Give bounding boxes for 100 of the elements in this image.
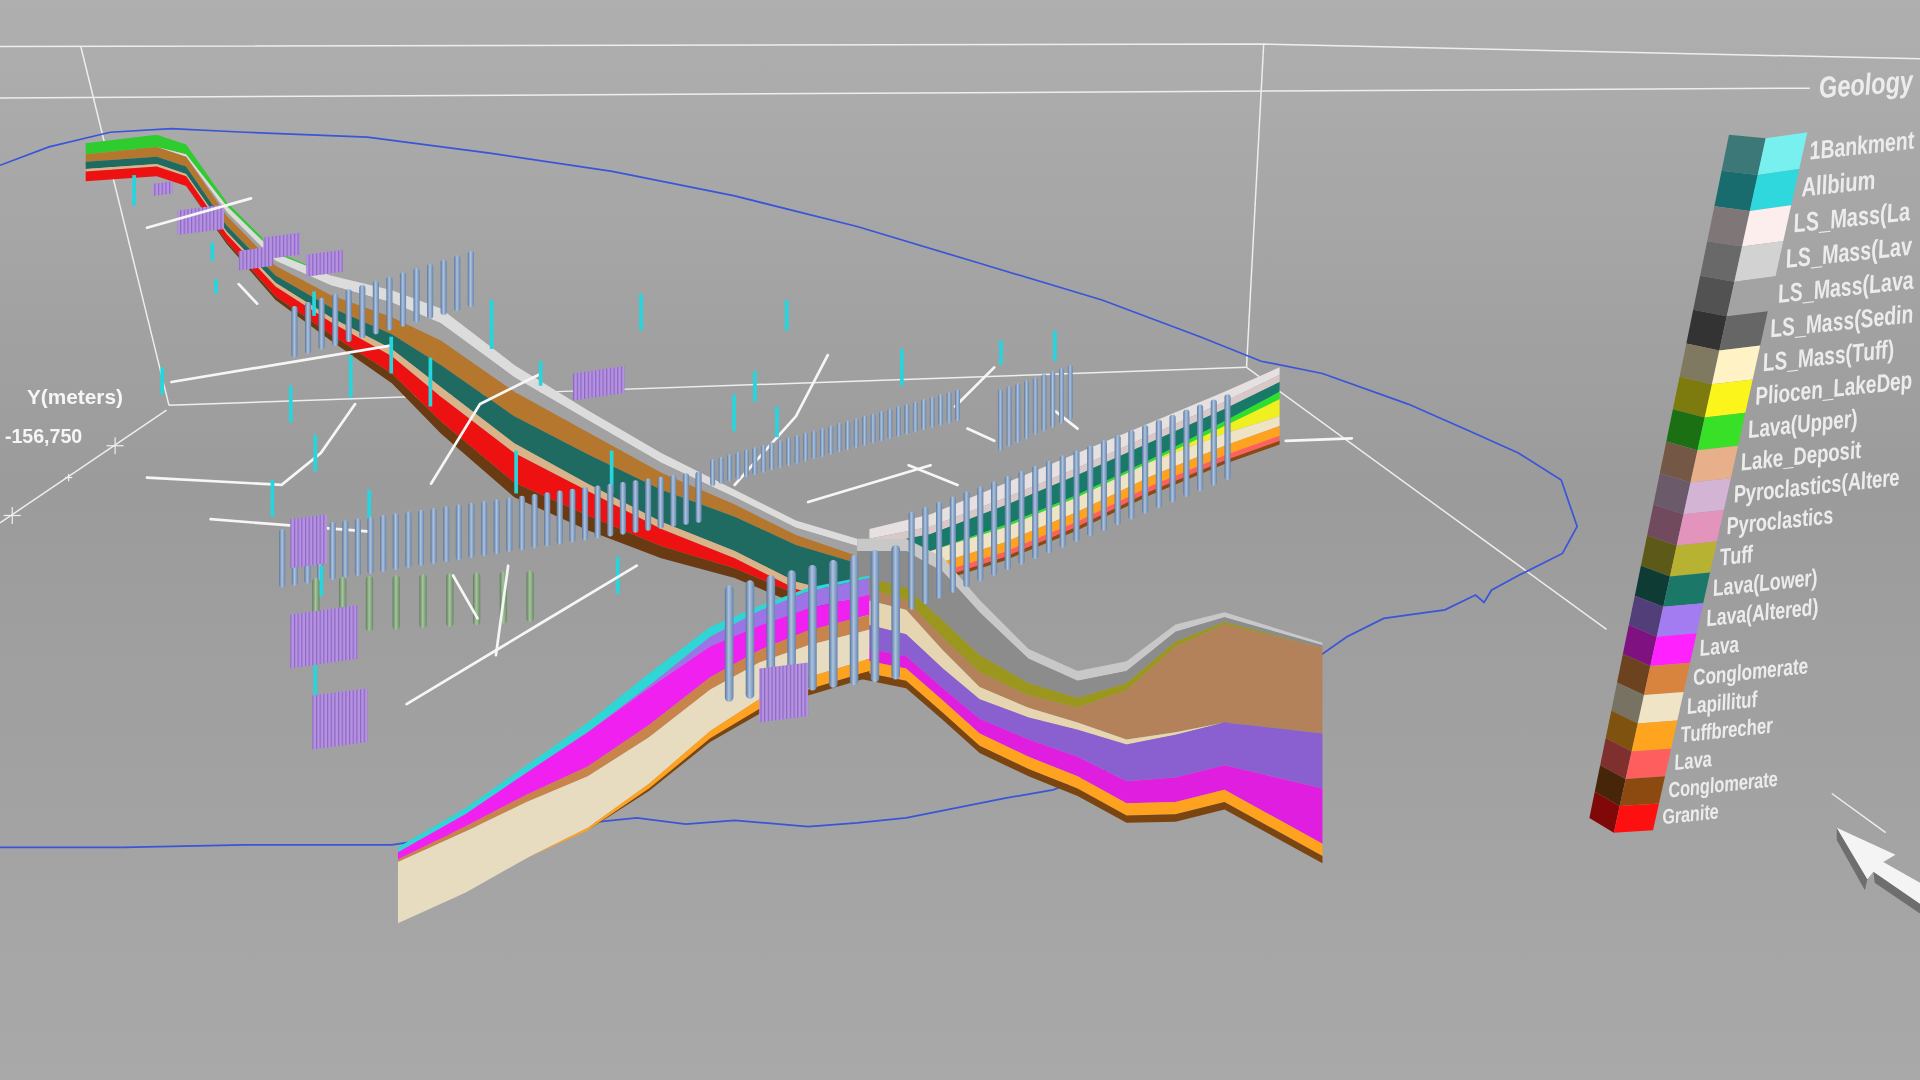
borehole: [443, 506, 450, 563]
borehole: [760, 444, 766, 473]
borehole: [862, 415, 868, 446]
legend-label: 1Bankment: [1807, 125, 1916, 166]
borehole: [468, 502, 475, 559]
borehole: [946, 391, 952, 424]
well-marker: [313, 434, 318, 472]
borehole: [386, 276, 393, 331]
borehole: [1032, 377, 1038, 436]
swatch-side-face: [1653, 473, 1691, 515]
borehole: [607, 483, 614, 537]
borehole: [845, 420, 851, 451]
borehole: [670, 474, 677, 527]
borehole: [472, 572, 481, 626]
well-marker: [753, 371, 757, 402]
survey-line: [1054, 410, 1079, 430]
well-marker: [538, 361, 543, 386]
borehole: [769, 442, 775, 471]
borehole: [735, 451, 741, 480]
borehole: [526, 570, 534, 623]
swatch-side-face: [1640, 535, 1677, 577]
borehole: [1067, 364, 1073, 420]
well-marker: [319, 565, 324, 597]
well-marker: [639, 293, 643, 331]
borehole: [752, 447, 758, 475]
borehole: [467, 251, 474, 308]
well-marker: [900, 349, 904, 386]
borehole: [380, 515, 387, 572]
borehole: [318, 297, 325, 350]
borehole: [430, 508, 437, 565]
legend-label: Tuff: [1718, 540, 1755, 570]
borehole: [544, 492, 551, 547]
borehole: [1059, 367, 1064, 424]
legend-label: Lava: [1698, 631, 1741, 661]
borehole: [454, 255, 461, 312]
borehole: [365, 576, 374, 632]
borehole: [1024, 380, 1030, 440]
borehole: [481, 501, 488, 557]
borehole: [581, 487, 589, 541]
well-marker: [514, 450, 518, 494]
borehole: [1050, 371, 1056, 428]
well-marker: [775, 406, 779, 438]
well-marker: [389, 336, 394, 374]
swatch-side-face: [1622, 625, 1657, 667]
hatched-block: [263, 232, 300, 260]
borehole: [657, 476, 664, 529]
swatch-side-face: [1707, 206, 1750, 247]
borehole: [427, 263, 434, 319]
well-marker: [367, 489, 371, 521]
well-marker: [132, 175, 136, 206]
swatch-side-face: [1679, 343, 1720, 385]
borehole: [417, 509, 425, 567]
borehole: [1041, 374, 1047, 432]
legend-title: Geology: [1817, 63, 1915, 105]
well-marker: [160, 367, 165, 395]
borehole: [744, 449, 749, 478]
borehole: [718, 456, 724, 484]
survey-line: [1284, 437, 1354, 443]
well-marker: [489, 300, 494, 349]
borehole: [853, 418, 859, 449]
legend-label: Lapillituf: [1685, 686, 1759, 719]
hatched-block: [290, 514, 327, 569]
borehole: [556, 490, 563, 545]
borehole: [912, 401, 918, 433]
well-marker: [784, 300, 789, 331]
swatch-side-face: [1693, 275, 1735, 317]
swatch-side-face: [1672, 376, 1712, 418]
borehole: [921, 399, 927, 431]
bounding-box-edge: [1831, 792, 1887, 834]
well-marker: [615, 557, 620, 594]
borehole: [367, 516, 374, 574]
borehole: [904, 403, 910, 435]
borehole: [493, 499, 500, 555]
borehole: [870, 413, 876, 444]
borehole: [879, 411, 884, 442]
swatch-side-face: [1628, 595, 1664, 637]
borehole: [682, 473, 689, 525]
axis-tick-label: -156,750: [4, 425, 83, 448]
hatched-block: [306, 249, 343, 277]
borehole: [594, 485, 601, 539]
borehole: [392, 513, 399, 571]
borehole: [811, 430, 817, 460]
axis-title: Y(meters): [26, 385, 123, 409]
borehole: [820, 427, 825, 458]
borehole: [455, 504, 462, 561]
borehole: [836, 423, 842, 453]
borehole: [291, 306, 298, 358]
borehole: [695, 471, 702, 523]
swatch-side-face: [1594, 765, 1626, 807]
borehole: [929, 396, 935, 428]
borehole: [727, 454, 732, 482]
borehole: [645, 478, 652, 531]
borehole: [392, 575, 400, 630]
borehole: [345, 289, 352, 343]
swatch-side-face: [1700, 241, 1743, 282]
swatch-side-face: [1617, 654, 1651, 696]
borehole: [499, 571, 508, 624]
well-marker: [349, 355, 353, 398]
legend-label: Granite: [1660, 799, 1720, 829]
borehole: [619, 481, 626, 535]
